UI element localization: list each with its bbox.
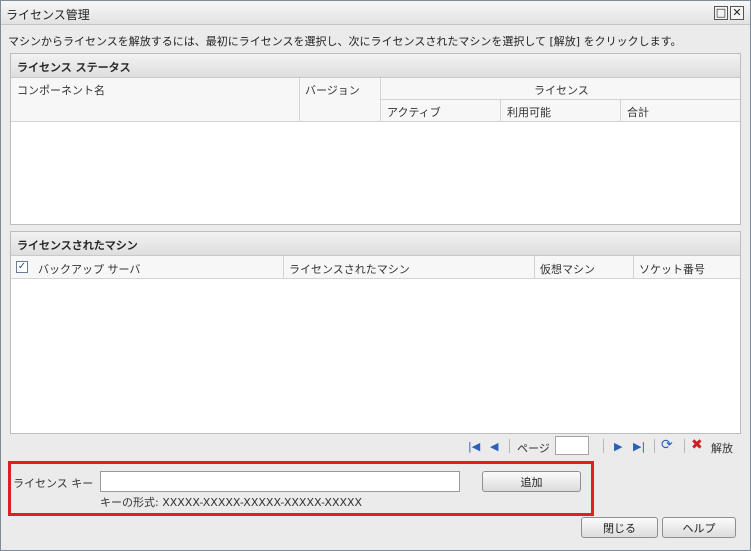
release-icon[interactable]: ✖ [691, 437, 703, 453]
column-total[interactable]: 合計 [627, 104, 649, 120]
title-bar: ライセンス管理 □ ✕ [1, 1, 750, 25]
license-management-dialog: ライセンス管理 □ ✕ マシンからライセンスを解放するには、最初にライセンスを選… [0, 0, 751, 551]
first-page-icon[interactable]: |◀ [468, 440, 480, 453]
license-key-area: ライセンス キー 追加 キーの形式: XXXXX-XXXXX-XXXXX-XXX… [8, 461, 594, 516]
refresh-icon[interactable]: ⟳ [661, 437, 673, 453]
last-page-icon[interactable]: ▶| [633, 440, 645, 453]
column-license-group: ライセンス [534, 84, 589, 97]
column-licensed-machine[interactable]: ライセンスされたマシン [289, 261, 410, 277]
licensed-machines-grid: ✓ バックアップ サーバ ライセンスされたマシン 仮想マシン ソケット番号 [11, 256, 740, 433]
licensed-machines-panel: ライセンスされたマシン ✓ バックアップ サーバ ライセンスされたマシン 仮想マ… [10, 231, 741, 434]
license-key-label: ライセンス キー [13, 477, 94, 490]
add-button[interactable]: 追加 [482, 471, 581, 492]
key-format-hint: キーの形式: XXXXX-XXXXX-XXXXX-XXXXX-XXXXX [100, 496, 363, 509]
page-number-input[interactable] [555, 436, 589, 455]
column-available[interactable]: 利用可能 [507, 104, 551, 120]
restore-icon[interactable]: □ [714, 6, 728, 20]
close-button[interactable]: 閉じる [581, 517, 658, 538]
close-icon[interactable]: ✕ [730, 6, 744, 20]
license-key-input[interactable] [100, 471, 460, 492]
license-status-heading: ライセンス ステータス [11, 54, 740, 78]
window-title: ライセンス管理 [6, 8, 90, 22]
column-version[interactable]: バージョン [305, 82, 360, 98]
pager-toolbar: |◀ ◀ ページ ▶ ▶| ⟳ ✖ 解放 [11, 434, 741, 459]
column-virtual-machine[interactable]: 仮想マシン [540, 261, 595, 277]
column-active[interactable]: アクティブ [387, 104, 441, 120]
release-button[interactable]: 解放 [711, 440, 733, 456]
help-button[interactable]: ヘルプ [662, 517, 736, 538]
select-all-checkbox[interactable]: ✓ [16, 261, 28, 273]
page-label: ページ [517, 442, 550, 455]
column-socket-count[interactable]: ソケット番号 [639, 261, 705, 277]
licensed-machines-heading: ライセンスされたマシン [11, 232, 740, 256]
license-status-panel: ライセンス ステータス コンポーネント名 バージョン ライセンス アクティブ 利… [10, 53, 741, 225]
column-backup-server[interactable]: バックアップ サーバ [38, 261, 140, 277]
previous-page-icon[interactable]: ◀ [490, 440, 498, 453]
license-status-grid: コンポーネント名 バージョン ライセンス アクティブ 利用可能 合計 [11, 78, 740, 224]
instructions-text: マシンからライセンスを解放するには、最初にライセンスを選択し、次にライセンスされ… [8, 35, 682, 48]
column-component-name[interactable]: コンポーネント名 [17, 82, 105, 98]
next-page-icon[interactable]: ▶ [614, 440, 622, 453]
